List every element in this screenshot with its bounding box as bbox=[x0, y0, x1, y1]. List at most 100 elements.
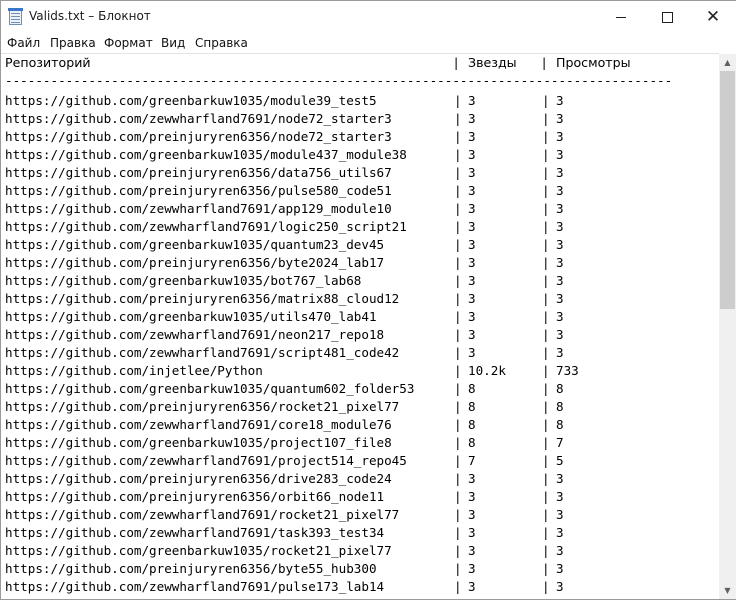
row-url: https://github.com/preinjuryren6356/data… bbox=[5, 165, 392, 180]
menu-help[interactable]: Справка bbox=[195, 36, 248, 50]
row-url: https://github.com/zewwharfland7691/node… bbox=[5, 111, 392, 126]
row-separator: | bbox=[542, 147, 550, 162]
row-stars: 3 bbox=[468, 219, 476, 234]
scroll-up-button[interactable]: ▲ bbox=[719, 54, 736, 71]
menu-file[interactable]: Файл bbox=[7, 36, 40, 50]
row-separator: | bbox=[542, 525, 550, 540]
row-stars: 3 bbox=[468, 201, 476, 216]
row-url: https://github.com/preinjuryren6356/matr… bbox=[5, 291, 400, 306]
row-views: 3 bbox=[556, 561, 564, 576]
row-separator: | bbox=[542, 237, 550, 252]
row-separator: | bbox=[454, 525, 462, 540]
row-separator: | bbox=[454, 417, 462, 432]
row-views: 3 bbox=[556, 147, 564, 162]
row-separator: | bbox=[542, 291, 550, 306]
row-views: 3 bbox=[556, 273, 564, 288]
row-separator: | bbox=[454, 399, 462, 414]
row-stars: 3 bbox=[468, 327, 476, 342]
row-separator: | bbox=[454, 111, 462, 126]
divider-line: ----------------------------------------… bbox=[5, 73, 673, 88]
row-separator: | bbox=[454, 507, 462, 522]
header-separator: | bbox=[542, 55, 547, 70]
row-separator: | bbox=[454, 201, 462, 216]
header-separator: | bbox=[454, 55, 459, 70]
maximize-button[interactable] bbox=[644, 1, 690, 33]
row-separator: | bbox=[542, 309, 550, 324]
row-stars: 7 bbox=[468, 453, 476, 468]
row-views: 3 bbox=[556, 219, 564, 234]
row-separator: | bbox=[454, 561, 462, 576]
menu-edit[interactable]: Правка bbox=[50, 36, 96, 50]
row-stars: 3 bbox=[468, 471, 476, 486]
row-url: https://github.com/zewwharfland7691/scri… bbox=[5, 345, 400, 360]
scroll-thumb[interactable] bbox=[720, 71, 735, 309]
menu-view[interactable]: Вид bbox=[161, 36, 185, 50]
row-separator: | bbox=[454, 363, 462, 378]
row-separator: | bbox=[454, 291, 462, 306]
title-bar[interactable]: Valids.txt – Блокнот ✕ bbox=[1, 1, 736, 33]
row-views: 3 bbox=[556, 183, 564, 198]
row-stars: 3 bbox=[468, 237, 476, 252]
row-separator: | bbox=[542, 345, 550, 360]
maximize-icon bbox=[661, 11, 673, 23]
text-editor-area[interactable]: Репозиторий | Звезды | Просмотры -------… bbox=[1, 53, 719, 599]
row-views: 5 bbox=[556, 453, 564, 468]
row-stars: 3 bbox=[468, 255, 476, 270]
row-stars: 3 bbox=[468, 291, 476, 306]
row-url: https://github.com/greenbarkuw1035/bot76… bbox=[5, 273, 362, 288]
row-url: https://github.com/preinjuryren6356/byte… bbox=[5, 255, 385, 270]
menu-format[interactable]: Формат bbox=[104, 36, 153, 50]
row-url: https://github.com/greenbarkuw1035/modul… bbox=[5, 93, 377, 108]
row-url: https://github.com/preinjuryren6356/node… bbox=[5, 129, 392, 144]
scroll-down-button[interactable]: ▼ bbox=[719, 582, 736, 599]
row-url: https://github.com/zewwharfland7691/proj… bbox=[5, 453, 407, 468]
row-views: 3 bbox=[556, 525, 564, 540]
row-separator: | bbox=[542, 273, 550, 288]
row-separator: | bbox=[542, 183, 550, 198]
row-stars: 8 bbox=[468, 381, 476, 396]
table-header-row: Репозиторий | Звезды | Просмотры bbox=[5, 54, 631, 72]
row-stars: 8 bbox=[468, 399, 476, 414]
close-button[interactable]: ✕ bbox=[690, 1, 736, 33]
row-stars: 3 bbox=[468, 147, 476, 162]
row-stars: 3 bbox=[468, 111, 476, 126]
row-separator: | bbox=[542, 129, 550, 144]
row-views: 8 bbox=[556, 399, 564, 414]
row-views: 3 bbox=[556, 201, 564, 216]
row-separator: | bbox=[454, 147, 462, 162]
row-separator: | bbox=[542, 489, 550, 504]
row-separator: | bbox=[454, 129, 462, 144]
notepad-app-icon bbox=[8, 8, 23, 25]
row-stars: 8 bbox=[468, 435, 476, 450]
row-separator: | bbox=[542, 579, 550, 594]
row-views: 3 bbox=[556, 543, 564, 558]
vertical-scrollbar[interactable]: ▲ ▼ bbox=[719, 54, 736, 599]
row-separator: | bbox=[454, 165, 462, 180]
row-views: 8 bbox=[556, 417, 564, 432]
row-url: https://github.com/preinjuryren6356/byte… bbox=[5, 561, 377, 576]
row-views: 3 bbox=[556, 471, 564, 486]
minimize-button[interactable] bbox=[598, 1, 644, 33]
row-separator: | bbox=[542, 111, 550, 126]
row-separator: | bbox=[542, 471, 550, 486]
row-separator: | bbox=[542, 417, 550, 432]
row-url: https://github.com/preinjuryren6356/driv… bbox=[5, 471, 392, 486]
window-title: Valids.txt – Блокнот bbox=[29, 9, 151, 23]
row-stars: 10.2k bbox=[468, 363, 506, 378]
row-stars: 3 bbox=[468, 579, 476, 594]
row-separator: | bbox=[454, 381, 462, 396]
row-views: 7 bbox=[556, 435, 564, 450]
scroll-down-icon: ▼ bbox=[724, 586, 731, 595]
row-views: 3 bbox=[556, 291, 564, 306]
row-stars: 3 bbox=[468, 165, 476, 180]
row-url: https://github.com/zewwharfland7691/app1… bbox=[5, 201, 392, 216]
row-separator: | bbox=[454, 471, 462, 486]
row-url: https://github.com/zewwharfland7691/logi… bbox=[5, 219, 407, 234]
row-separator: | bbox=[542, 363, 550, 378]
row-views: 3 bbox=[556, 111, 564, 126]
row-views: 3 bbox=[556, 327, 564, 342]
row-separator: | bbox=[542, 381, 550, 396]
row-views: 3 bbox=[556, 489, 564, 504]
row-separator: | bbox=[542, 543, 550, 558]
row-stars: 3 bbox=[468, 93, 476, 108]
